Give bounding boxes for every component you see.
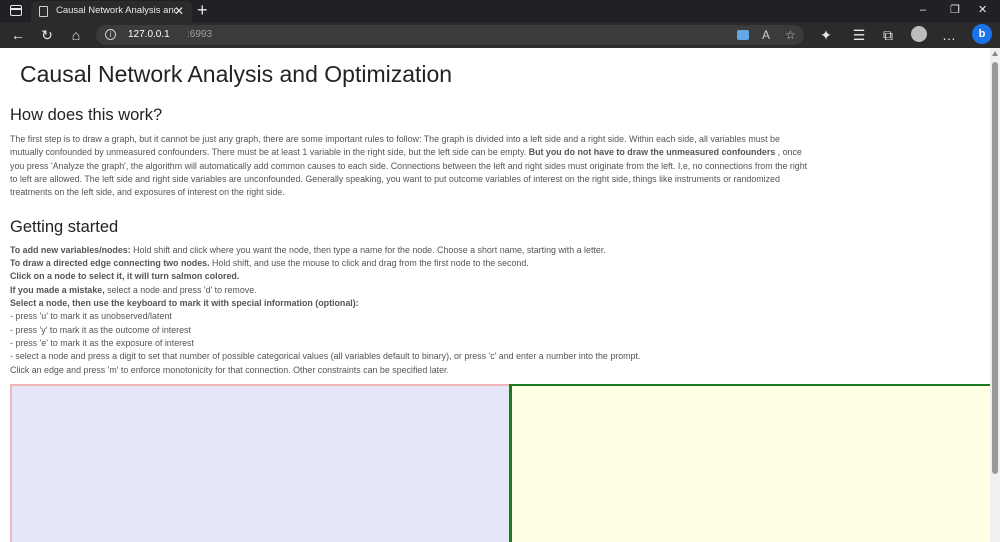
page-scrollbar[interactable] <box>990 48 1000 542</box>
left-side-canvas[interactable] <box>10 384 509 542</box>
tab-actions-icon[interactable] <box>10 5 22 16</box>
close-window-button[interactable]: ✕ <box>978 2 987 18</box>
how-heading: How does this work? <box>10 106 163 124</box>
instruction-line: Click an edge and press 'm' to enforce m… <box>10 365 449 375</box>
bing-chat-icon[interactable]: b <box>972 24 992 44</box>
instruction-line: - press 'y' to mark it as the outcome of… <box>10 325 191 335</box>
instruction-line: If you made a mistake, select a node and… <box>10 285 257 295</box>
tab-title: Causal Network Analysis and Op <box>56 5 176 16</box>
tab-close-icon[interactable]: ✕ <box>174 4 184 18</box>
page-icon <box>39 6 48 17</box>
profile-avatar[interactable] <box>911 26 927 42</box>
refresh-icon[interactable]: ↻ <box>38 26 56 44</box>
browser-tab[interactable]: Causal Network Analysis and Op ✕ <box>31 1 192 22</box>
instruction-line: To add new variables/nodes: Hold shift a… <box>10 245 606 255</box>
page-title: Causal Network Analysis and Optimization <box>20 61 453 87</box>
instruction-line: Click on a node to select it, it will tu… <box>10 271 240 281</box>
instruction-line: Select a node, then use the keyboard to … <box>10 298 359 308</box>
how-paragraph: The first step is to draw a graph, but i… <box>10 133 815 199</box>
favorites-icon[interactable]: ☰ <box>850 26 868 44</box>
restore-button[interactable]: ❐ <box>950 2 960 18</box>
right-side-canvas[interactable] <box>509 384 990 542</box>
home-icon[interactable]: ⌂ <box>67 26 85 44</box>
new-tab-button[interactable]: + <box>197 0 208 20</box>
instruction-line: To draw a directed edge connecting two n… <box>10 258 529 268</box>
page-content: Causal Network Analysis and Optimization… <box>0 48 990 542</box>
read-aloud-icon[interactable]: A <box>762 27 770 43</box>
back-arrow-icon[interactable]: ← <box>9 26 27 44</box>
browser-tab-bar: Causal Network Analysis and Op ✕ + – ❐ ✕ <box>0 0 1000 22</box>
url-host: 127.0.0.1 <box>128 29 170 40</box>
instruction-line: - select a node and press a digit to set… <box>10 351 641 361</box>
add-favorite-icon[interactable]: ☆ <box>785 27 796 43</box>
instruction-line: - press 'e' to mark it as the exposure o… <box>10 338 194 348</box>
scroll-thumb[interactable] <box>992 62 998 474</box>
collections-icon[interactable]: ⧉ <box>879 26 897 44</box>
address-bar[interactable]: i 127.0.0.1 :6993 A ☆ <box>96 25 804 45</box>
scroll-up-arrow-icon[interactable] <box>992 51 998 56</box>
getting-started-heading: Getting started <box>10 218 119 236</box>
browser-toolbar: ← ↻ ⌂ i 127.0.0.1 :6993 A ☆ ✦ ☰ ⧉ … b <box>0 22 1000 48</box>
how-text-bold: But you do not have to draw the unmeasur… <box>528 147 776 158</box>
url-port: :6993 <box>187 29 213 40</box>
extensions-icon[interactable]: ✦ <box>817 26 835 44</box>
site-info-icon[interactable]: i <box>105 29 116 40</box>
minimize-button[interactable]: – <box>920 2 926 18</box>
coupon-tag-icon[interactable] <box>737 30 749 40</box>
more-menu-icon[interactable]: … <box>940 26 958 44</box>
instruction-line: - press 'u' to mark it as unobserved/lat… <box>10 311 172 321</box>
